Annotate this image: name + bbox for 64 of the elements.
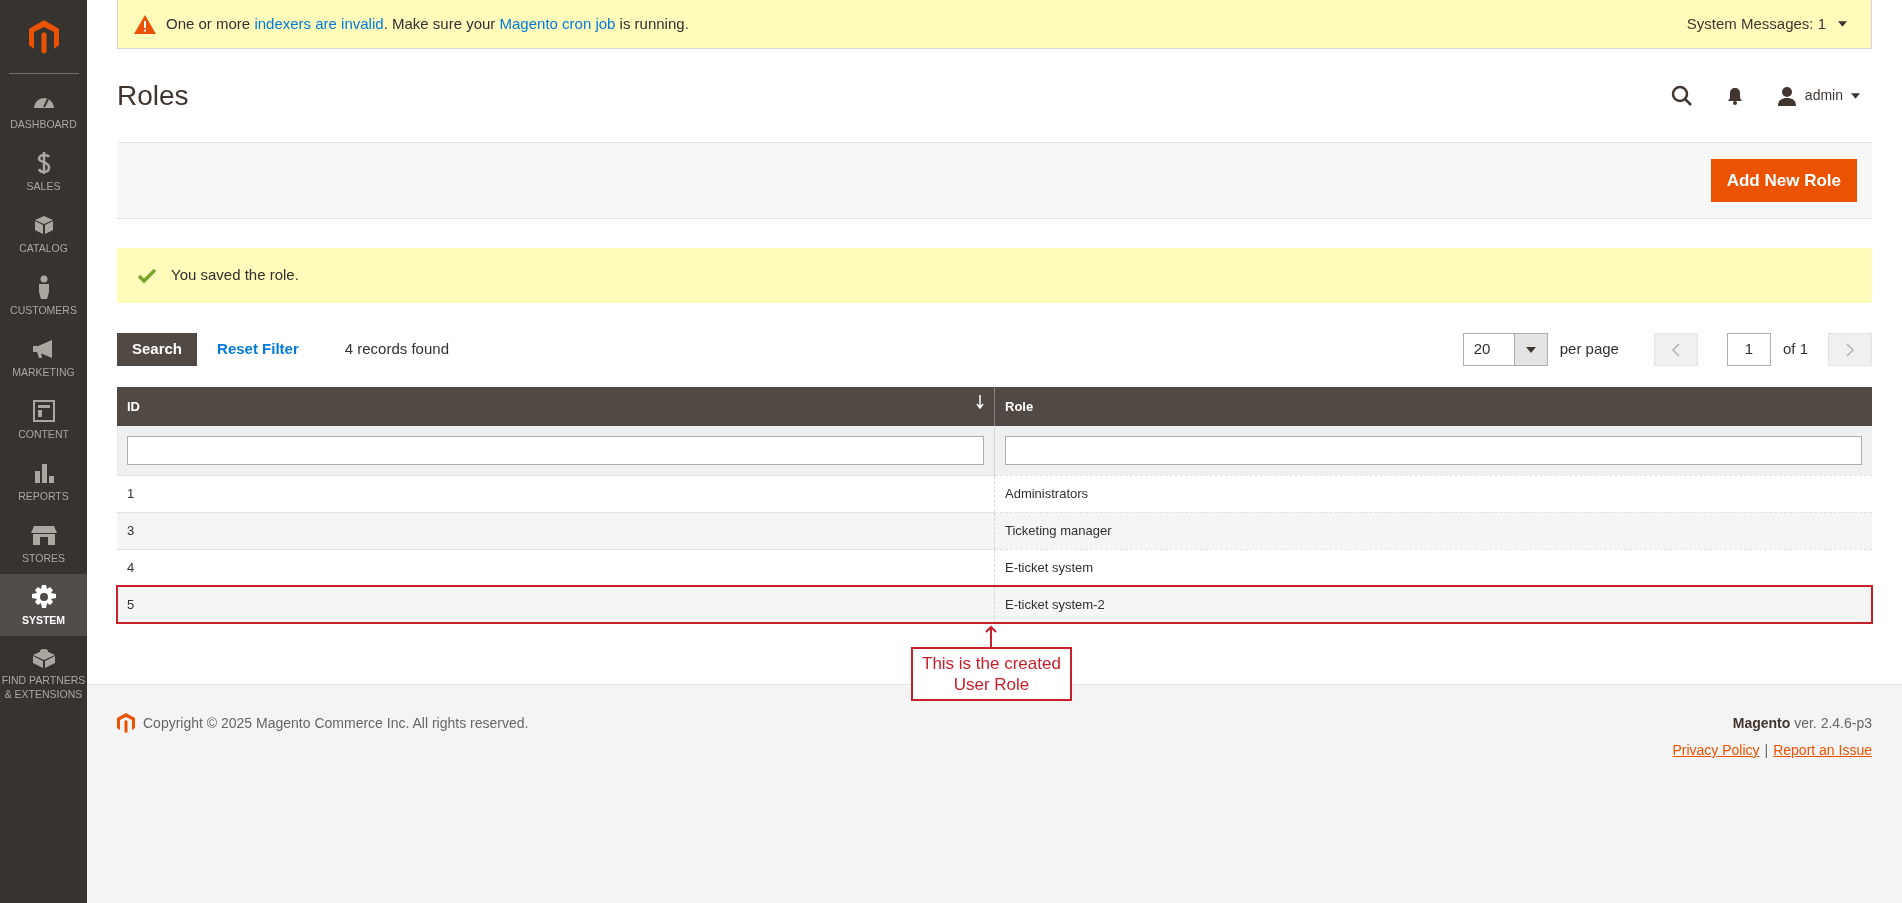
table-cell: E-ticket system-2 (1005, 597, 1105, 612)
per-page-select[interactable]: 20 (1462, 333, 1548, 366)
annotation-callout: This is the created User Role (911, 647, 1072, 701)
system-message-text: One or more indexers are invalid. Make sure your Magento cron job is running. (166, 13, 689, 34)
table-cell: Ticketing manager (1005, 522, 1112, 538)
bar-chart-icon (33, 462, 54, 483)
table-cell: 3 (127, 522, 135, 538)
system-messages-dropdown[interactable]: System Messages: 1 (1686, 12, 1855, 36)
search-button[interactable]: Search (117, 333, 198, 366)
copyright-text: Copyright © 2025 Magento Commerce Inc. All rights reserved. (143, 713, 529, 733)
version-text: Magento ver. 2.4.6-p3 (1732, 714, 1872, 733)
logo-icon[interactable] (28, 18, 59, 55)
footer-link[interactable]: Privacy Policy (1672, 740, 1760, 761)
dollar-icon (36, 151, 51, 174)
sidebar-item[interactable]: DASHBOARD (0, 78, 87, 140)
reset-filter-link[interactable]: Reset Filter (217, 338, 299, 361)
add-new-role-button[interactable]: Add New Role (1710, 159, 1857, 202)
warning-icon (134, 14, 156, 34)
notification-bell-icon[interactable] (1726, 86, 1743, 105)
caret-icon (1525, 346, 1536, 353)
next-page-button[interactable] (1828, 333, 1872, 366)
message-link[interactable]: indexers are invalid (254, 14, 384, 32)
page-number-field[interactable]: 1 (1726, 333, 1771, 366)
caret-icon (1838, 21, 1847, 27)
table-cell: 5 (127, 597, 135, 612)
logo-icon (117, 713, 135, 733)
chevron-right-icon (1846, 342, 1854, 357)
check-icon (137, 267, 157, 284)
success-text: You saved the role. (171, 265, 299, 286)
sidebar-item[interactable]: MARKETING (0, 326, 87, 388)
filter-input-field[interactable] (127, 435, 984, 465)
box-icon (33, 214, 54, 235)
sidebar-item[interactable]: CUSTOMERS (0, 264, 87, 326)
sidebar-item[interactable]: REPORTS (0, 450, 87, 512)
search-icon[interactable] (1670, 84, 1693, 107)
records-count: 4 records found (344, 339, 449, 360)
sidebar-item[interactable]: STORES (0, 512, 87, 574)
per-page-label: per page (1559, 339, 1619, 360)
sidebar-item[interactable]: CONTENT (0, 388, 87, 450)
chevron-left-icon (1671, 342, 1680, 357)
admin-menu[interactable]: admin (1804, 85, 1860, 106)
gear-icon (31, 584, 56, 609)
sidebar-item[interactable]: SALES (0, 140, 87, 202)
user-icon (1776, 85, 1797, 106)
table-cell: 4 (127, 559, 135, 575)
arrow (984, 625, 999, 647)
column-header[interactable]: ID (117, 387, 995, 426)
sidebar-item[interactable]: SYSTEM (0, 574, 87, 636)
caret-icon (1851, 92, 1860, 99)
message-link[interactable]: Magento cron job (499, 14, 616, 32)
sidebar-item[interactable]: CATALOG (0, 202, 87, 264)
table-cell: Administrators (1005, 485, 1089, 501)
link-separator: | (1764, 741, 1769, 760)
table-cell: E-ticket system (1005, 559, 1094, 575)
storefront-icon (30, 524, 57, 545)
table-cell: 1 (127, 485, 135, 501)
footer-link[interactable]: Report an Issue (1773, 740, 1872, 761)
page-total: of 1 (1782, 339, 1808, 360)
layout-icon (32, 399, 55, 422)
page-title: Roles (117, 78, 189, 113)
sidebar-item[interactable]: FIND PARTNERS & EXTENSIONS (0, 636, 87, 708)
filter-input-field[interactable] (1005, 435, 1862, 465)
previous-page-button[interactable] (1653, 333, 1698, 366)
person-icon (36, 274, 51, 299)
